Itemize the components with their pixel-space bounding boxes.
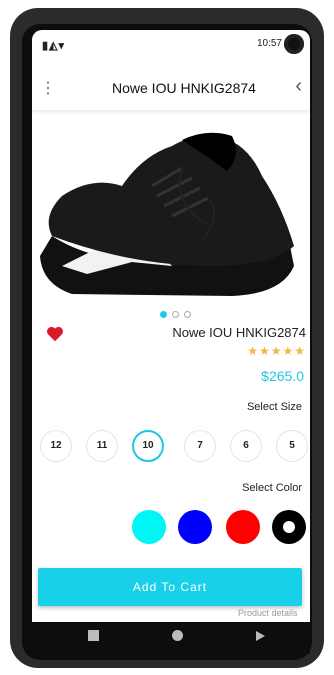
size-label: Select Size: [246, 401, 302, 413]
product-price: $265.0: [261, 368, 304, 384]
status-icons: ▮◭▾: [42, 40, 66, 52]
color-selector: [132, 510, 308, 546]
more-vert-icon[interactable]: ⋮: [40, 78, 56, 98]
home-button[interactable]: [172, 630, 183, 641]
app-screen: ▮◭▾ 10:57 ⋮ Nowe IOU HNKIG2874 ‹ Nowe IO…: [32, 30, 310, 622]
rating-stars: ★★★★★: [247, 344, 306, 358]
product-name: Nowe IOU HNKIG2874: [172, 325, 306, 340]
add-to-cart-button[interactable]: Add To Cart: [38, 568, 302, 606]
camera-icon: [284, 34, 304, 54]
status-bar: ▮◭▾ 10:57: [32, 30, 310, 58]
size-option[interactable]: 12: [40, 430, 72, 462]
size-option-selected[interactable]: 10: [132, 430, 164, 462]
size-selector: 12 11 10 7 6 5: [38, 430, 308, 464]
size-option[interactable]: 11: [86, 430, 118, 462]
product-details-peek: Product details: [238, 608, 298, 618]
color-swatch-red[interactable]: [226, 510, 260, 544]
chevron-left-icon[interactable]: ‹: [295, 75, 302, 98]
color-swatch-cyan[interactable]: [132, 510, 166, 544]
color-label: Select Color: [242, 482, 302, 494]
carousel-dots[interactable]: [160, 311, 191, 318]
carousel-dot[interactable]: [160, 311, 167, 318]
product-image: [40, 132, 295, 296]
app-bar: ⋮ Nowe IOU HNKIG2874 ‹: [32, 66, 310, 111]
status-time: 10:57: [256, 38, 282, 49]
heart-icon[interactable]: [46, 326, 64, 342]
back-button[interactable]: [254, 630, 266, 642]
color-swatch-blue[interactable]: [178, 510, 212, 544]
size-option[interactable]: 7: [184, 430, 216, 462]
recents-button[interactable]: [88, 630, 99, 641]
color-swatch-black[interactable]: [272, 510, 306, 544]
size-option[interactable]: 5: [276, 430, 308, 462]
carousel-dot[interactable]: [184, 311, 191, 318]
page-title: Nowe IOU HNKIG2874: [112, 80, 256, 96]
system-nav-bar: [32, 622, 310, 654]
carousel-dot[interactable]: [172, 311, 179, 318]
size-option[interactable]: 6: [230, 430, 262, 462]
